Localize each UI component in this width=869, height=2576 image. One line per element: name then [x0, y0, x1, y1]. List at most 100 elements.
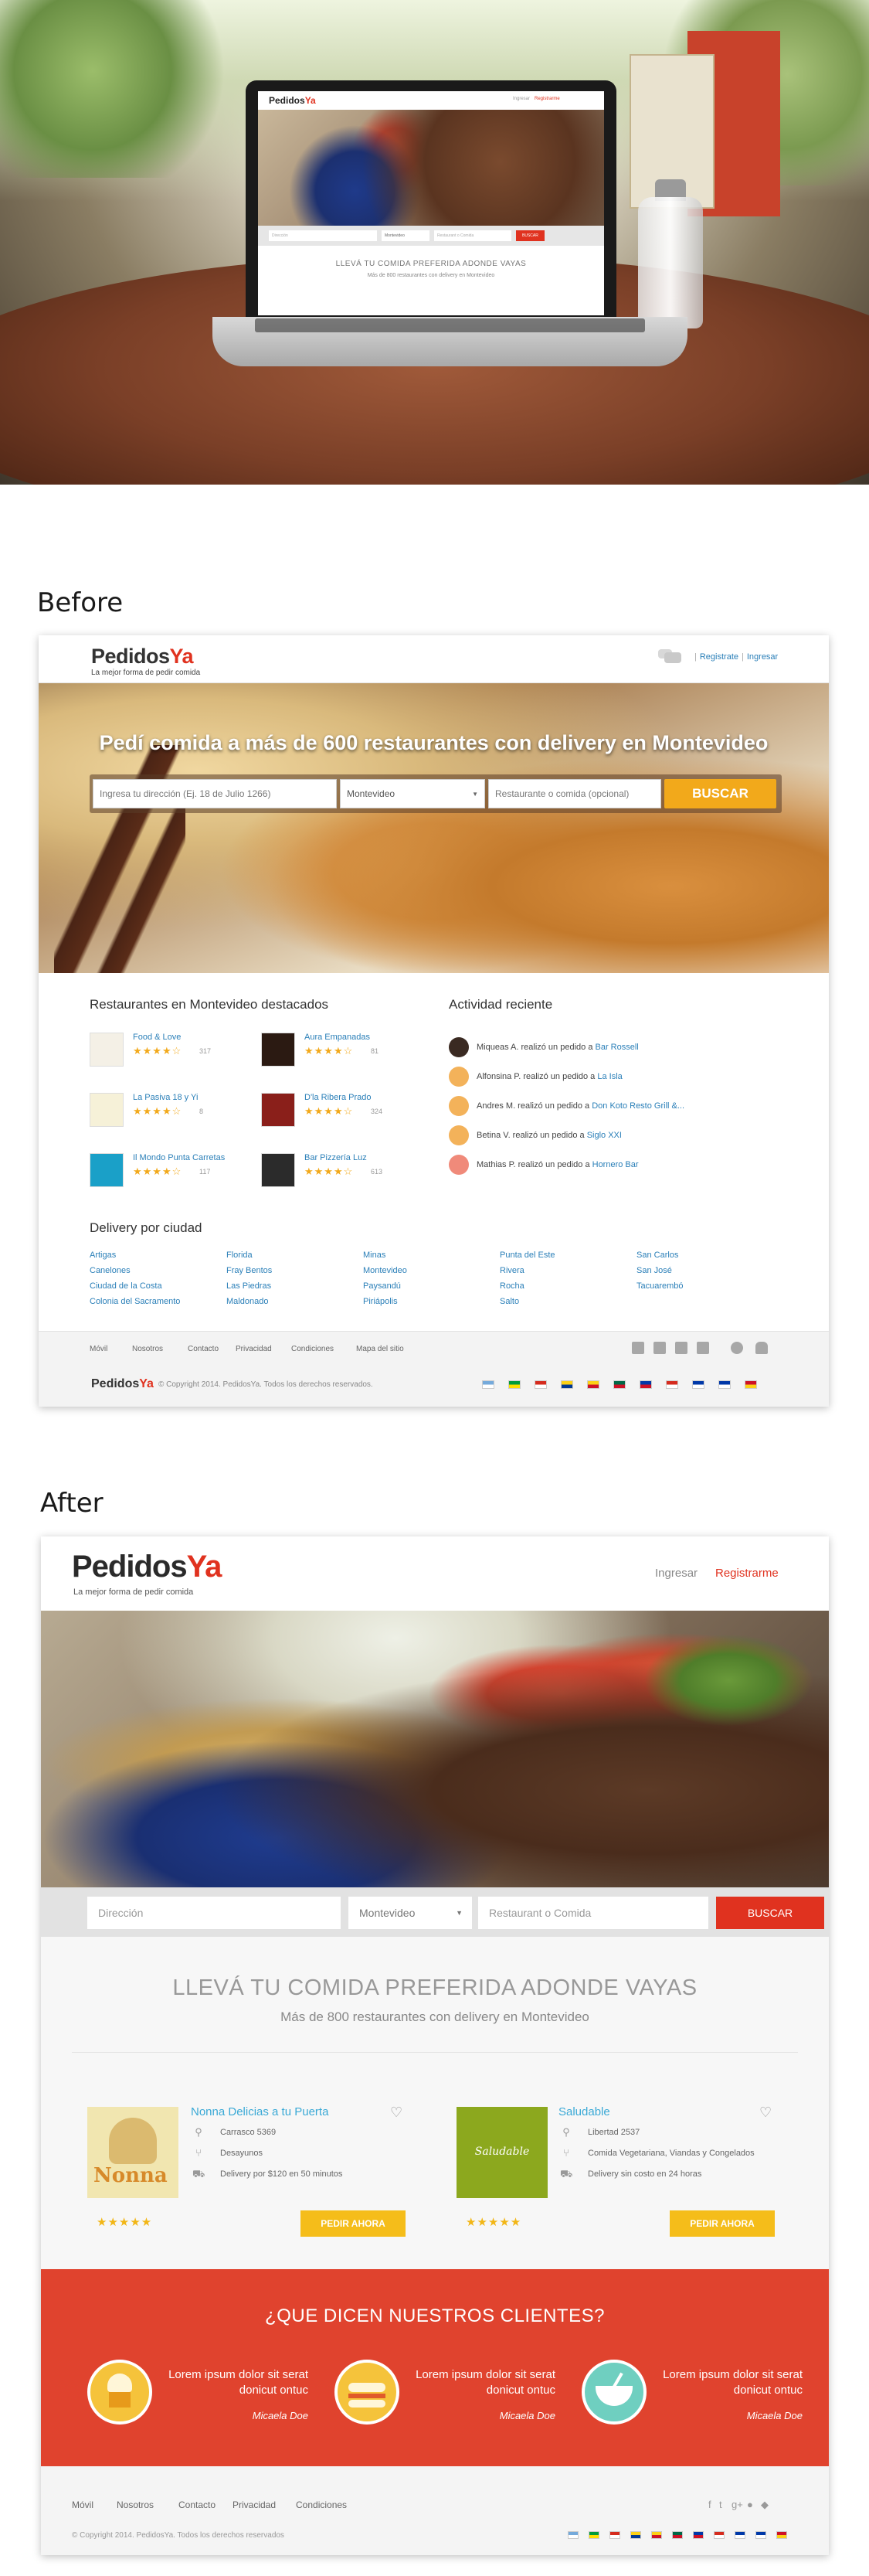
activity-restaurant-link[interactable]: Bar Rossell [596, 1043, 639, 1052]
footer-link[interactable]: Contacto [178, 2499, 216, 2510]
nonna-logo[interactable]: Nonna [87, 2107, 178, 2198]
facebook-icon[interactable] [653, 1342, 666, 1354]
activity-restaurant-link[interactable]: Don Koto Resto Grill &... [592, 1101, 684, 1111]
country-flag-icon[interactable] [568, 2531, 579, 2539]
restaurant-logo[interactable] [261, 1033, 295, 1067]
city-link[interactable]: Minas [363, 1247, 494, 1263]
footer-link[interactable]: Condiciones [291, 1345, 334, 1353]
city-link[interactable]: Punta del Este [500, 1247, 631, 1263]
country-flag-icon[interactable] [640, 1380, 652, 1389]
facebook-icon[interactable]: f [708, 2499, 711, 2510]
before-food-input[interactable]: Restaurante o comida (opcional) [488, 779, 661, 808]
restaurant-input[interactable]: Restaurant o Comida [478, 1897, 708, 1929]
city-link[interactable]: Fray Bentos [226, 1263, 358, 1278]
country-flag-icon[interactable] [735, 2531, 745, 2539]
restaurant-name[interactable]: Food & Love [133, 1033, 181, 1042]
order-now-button[interactable]: PEDIR AHORA [670, 2210, 775, 2237]
heart-icon[interactable]: ♡ [759, 2105, 772, 2121]
blog-icon[interactable] [632, 1342, 644, 1354]
restaurant-logo[interactable] [261, 1093, 295, 1127]
city-link[interactable]: Florida [226, 1247, 358, 1263]
country-flag-icon[interactable] [651, 2531, 662, 2539]
youtube-icon[interactable] [697, 1342, 709, 1354]
android-icon[interactable] [755, 1342, 768, 1354]
country-flag-icon[interactable] [613, 1380, 626, 1389]
country-flag-icon[interactable] [561, 1380, 573, 1389]
city-link[interactable]: Salto [500, 1294, 631, 1309]
activity-restaurant-link[interactable]: La Isla [597, 1072, 622, 1081]
footer-link[interactable]: Móvil [90, 1345, 107, 1353]
city-link[interactable]: Rocha [500, 1278, 631, 1294]
country-flag-icon[interactable] [482, 1380, 494, 1389]
saludable-logo[interactable]: Saludable [457, 2107, 548, 2198]
country-flag-icon[interactable] [745, 1380, 757, 1389]
country-flag-icon[interactable] [587, 1380, 599, 1389]
twitter-icon[interactable]: t [719, 2499, 722, 2510]
restaurant-item[interactable]: Food & Love ★★★★☆ 317 [90, 1033, 244, 1073]
address-input[interactable]: Dirección [87, 1897, 341, 1929]
restaurant-name[interactable]: D'la Ribera Prado [304, 1093, 371, 1102]
city-link[interactable]: Montevideo [363, 1263, 494, 1278]
restaurant-item[interactable]: La Pasiva 18 y Yi ★★★★☆ 8 [90, 1093, 244, 1133]
city-link[interactable]: Ciudad de la Costa [90, 1278, 221, 1294]
country-flag-icon[interactable] [693, 2531, 704, 2539]
register-link[interactable]: Registrarme [715, 1567, 779, 1580]
before-search-button[interactable]: BUSCAR [664, 779, 776, 808]
login-link[interactable]: Ingresar [655, 1567, 698, 1580]
city-link[interactable]: Las Piedras [226, 1278, 358, 1294]
footer-link[interactable]: Nosotros [132, 1345, 163, 1353]
city-link[interactable]: Paysandú [363, 1278, 494, 1294]
activity-restaurant-link[interactable]: Hornero Bar [592, 1160, 639, 1169]
google-plus-icon[interactable]: g+ [732, 2499, 743, 2510]
apple-icon[interactable] [731, 1342, 743, 1354]
country-flag-icon[interactable] [609, 2531, 620, 2539]
heart-icon[interactable]: ♡ [390, 2105, 402, 2121]
footer-link[interactable]: Privacidad [236, 1345, 272, 1353]
card-title-nonna[interactable]: Nonna Delicias a tu Puerta [191, 2105, 328, 2118]
footer-link[interactable]: Mapa del sitio [356, 1345, 404, 1353]
footer-link[interactable]: Nosotros [117, 2499, 154, 2510]
restaurant-logo[interactable] [90, 1093, 124, 1127]
country-flag-icon[interactable] [718, 1380, 731, 1389]
city-link[interactable]: Canelones [90, 1263, 221, 1278]
country-flag-icon[interactable] [589, 2531, 599, 2539]
before-address-input[interactable]: Ingresa tu dirección (Ej. 18 de Julio 12… [93, 779, 337, 808]
restaurant-name[interactable]: Bar Pizzería Luz [304, 1153, 367, 1162]
android-icon[interactable]: ◆ [761, 2499, 769, 2511]
country-flag-icon[interactable] [672, 2531, 683, 2539]
restaurant-item[interactable]: Aura Empanadas ★★★★☆ 81 [261, 1033, 416, 1073]
restaurant-item[interactable]: Bar Pizzería Luz ★★★★☆ 613 [261, 1153, 416, 1193]
country-flag-icon[interactable] [692, 1380, 704, 1389]
country-flag-icon[interactable] [714, 2531, 725, 2539]
restaurant-logo[interactable] [90, 1033, 124, 1067]
city-link[interactable]: Rivera [500, 1263, 631, 1278]
country-flag-icon[interactable] [508, 1380, 521, 1389]
footer-link[interactable]: Contacto [188, 1345, 219, 1353]
activity-restaurant-link[interactable]: Siglo XXI [587, 1131, 622, 1140]
restaurant-name[interactable]: Aura Empanadas [304, 1033, 370, 1042]
register-link[interactable]: Registrate [700, 652, 738, 662]
city-link[interactable]: Maldonado [226, 1294, 358, 1309]
restaurant-name[interactable]: Il Mondo Punta Carretas [133, 1153, 225, 1162]
city-select[interactable]: Montevideo ▼ [348, 1897, 472, 1929]
city-link[interactable]: Piriápolis [363, 1294, 494, 1309]
order-now-button[interactable]: PEDIR AHORA [300, 2210, 406, 2237]
before-city-select[interactable]: Montevideo ▼ [340, 779, 485, 808]
login-link[interactable]: Ingresar [747, 652, 778, 662]
restaurant-item[interactable]: Il Mondo Punta Carretas ★★★★☆ 117 [90, 1153, 244, 1193]
search-button[interactable]: BUSCAR [716, 1897, 824, 1929]
city-link[interactable]: Tacuarembó [636, 1278, 768, 1294]
chat-bubble-icon[interactable] [664, 652, 681, 663]
country-flag-icon[interactable] [755, 2531, 766, 2539]
apple-icon[interactable]: ● [747, 2499, 753, 2510]
country-flag-icon[interactable] [776, 2531, 787, 2539]
city-link[interactable]: San Carlos [636, 1247, 768, 1263]
city-link[interactable]: Colonia del Sacramento [90, 1294, 221, 1309]
footer-link[interactable]: Condiciones [296, 2499, 347, 2510]
city-link[interactable]: San José [636, 1263, 768, 1278]
twitter-icon[interactable] [675, 1342, 687, 1354]
restaurant-item[interactable]: D'la Ribera Prado ★★★★☆ 324 [261, 1093, 416, 1133]
country-flag-icon[interactable] [630, 2531, 641, 2539]
after-logo[interactable]: PedidosYa [72, 1550, 222, 1584]
card-title-saludable[interactable]: Saludable [558, 2105, 610, 2118]
